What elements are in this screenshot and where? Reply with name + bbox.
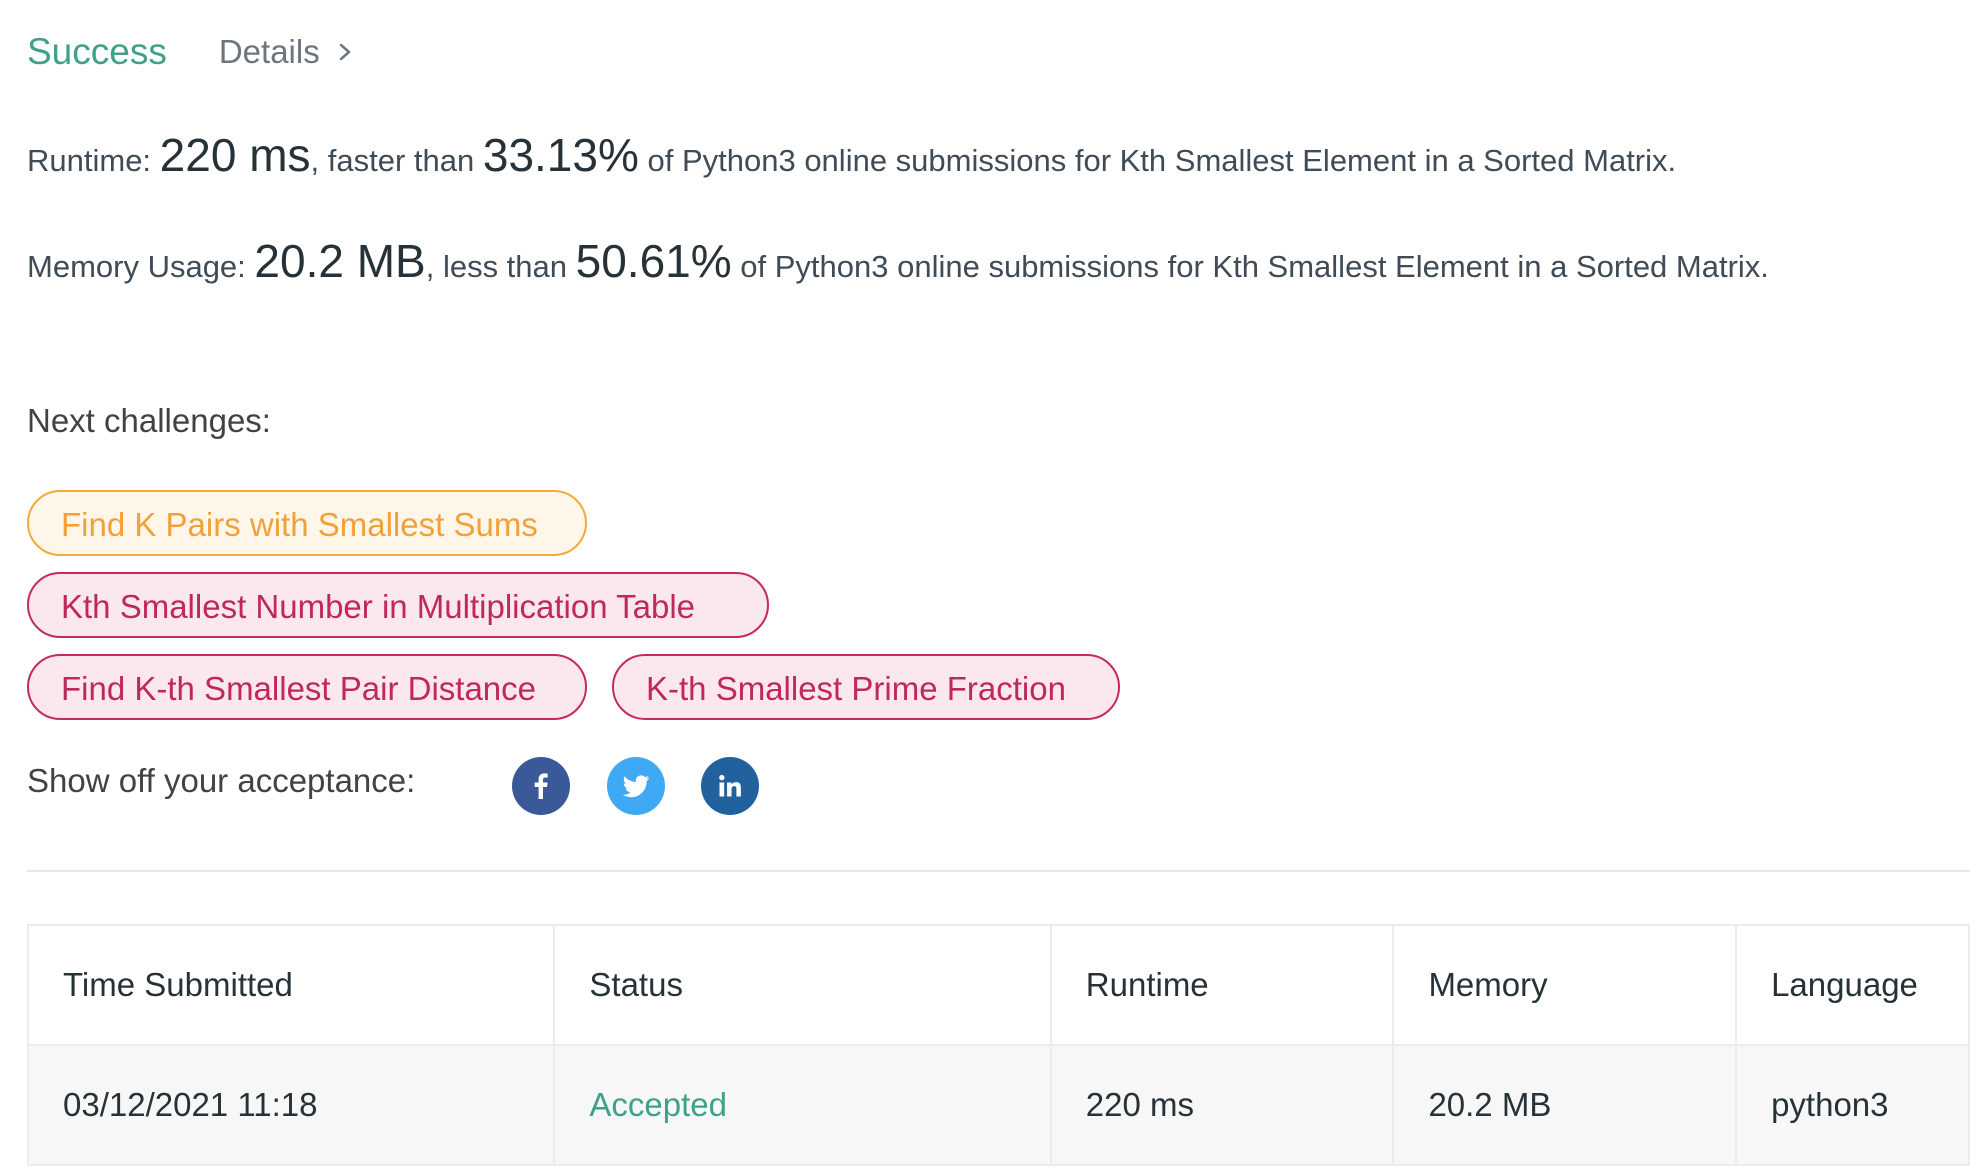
twitter-share-button[interactable]	[607, 757, 665, 815]
submission-result-page: Success Details Runtime: 220 ms, faster …	[0, 0, 1970, 1168]
accepted-status-link[interactable]: Accepted	[589, 1086, 727, 1123]
share-label: Show off your acceptance:	[27, 762, 416, 799]
memory-suffix: of Python3 online submissions for Kth Sm…	[731, 249, 1769, 284]
column-header-runtime[interactable]: Runtime	[1049, 924, 1395, 1046]
memory-prefix: Memory Usage:	[27, 249, 255, 284]
column-header-memory[interactable]: Memory	[1392, 924, 1738, 1046]
cell-runtime: 220 ms	[1049, 1044, 1395, 1166]
cell-time-submitted: 03/12/2021 11:18	[26, 1044, 556, 1166]
submissions-table: Time Submitted Status Runtime Memory Lan…	[26, 924, 1970, 1166]
column-header-language[interactable]: Language	[1735, 924, 1970, 1046]
runtime-faster-text: , faster than	[310, 143, 483, 178]
facebook-share-button[interactable]	[512, 757, 570, 815]
column-header-time-submitted[interactable]: Time Submitted	[26, 924, 556, 1046]
table-header-row: Time Submitted Status Runtime Memory Lan…	[26, 924, 1970, 1046]
memory-value: 20.2 MB	[254, 235, 426, 287]
challenge-tag-kth-multiplication-table[interactable]: Kth Smallest Number in Multiplication Ta…	[27, 572, 769, 638]
table-row: 03/12/2021 11:18 Accepted 220 ms 20.2 MB…	[26, 1044, 1970, 1166]
result-header: Success Details	[27, 22, 352, 82]
linkedin-share-button[interactable]	[701, 757, 759, 815]
cell-status: Accepted	[553, 1044, 1052, 1166]
memory-less-text: , less than	[425, 249, 576, 284]
column-header-status[interactable]: Status	[553, 924, 1052, 1046]
runtime-suffix: of Python3 online submissions for Kth Sm…	[638, 143, 1677, 178]
next-challenges-label: Next challenges:	[27, 402, 271, 439]
runtime-summary: Runtime: 220 ms, faster than 33.13% of P…	[27, 128, 1917, 188]
success-status-link[interactable]: Success	[27, 31, 167, 73]
runtime-percentile: 33.13%	[482, 129, 639, 181]
challenge-tag-find-k-pairs[interactable]: Find K Pairs with Smallest Sums	[27, 490, 587, 556]
section-divider	[27, 870, 1970, 872]
challenge-tag-kth-prime-fraction[interactable]: K-th Smallest Prime Fraction	[612, 654, 1120, 720]
details-label: Details	[218, 33, 320, 70]
cell-language: python3	[1735, 1044, 1970, 1166]
cell-memory: 20.2 MB	[1392, 1044, 1738, 1166]
memory-percentile: 50.61%	[575, 235, 732, 287]
memory-summary: Memory Usage: 20.2 MB, less than 50.61% …	[27, 234, 1917, 294]
challenge-tag-kth-pair-distance[interactable]: Find K-th Smallest Pair Distance	[27, 654, 587, 720]
runtime-value: 220 ms	[159, 129, 311, 181]
details-link[interactable]: Details	[219, 33, 352, 71]
chevron-right-icon	[339, 43, 350, 61]
linkedin-icon	[719, 774, 741, 797]
facebook-icon	[534, 773, 548, 799]
twitter-icon	[622, 775, 650, 798]
runtime-prefix: Runtime:	[27, 143, 160, 178]
